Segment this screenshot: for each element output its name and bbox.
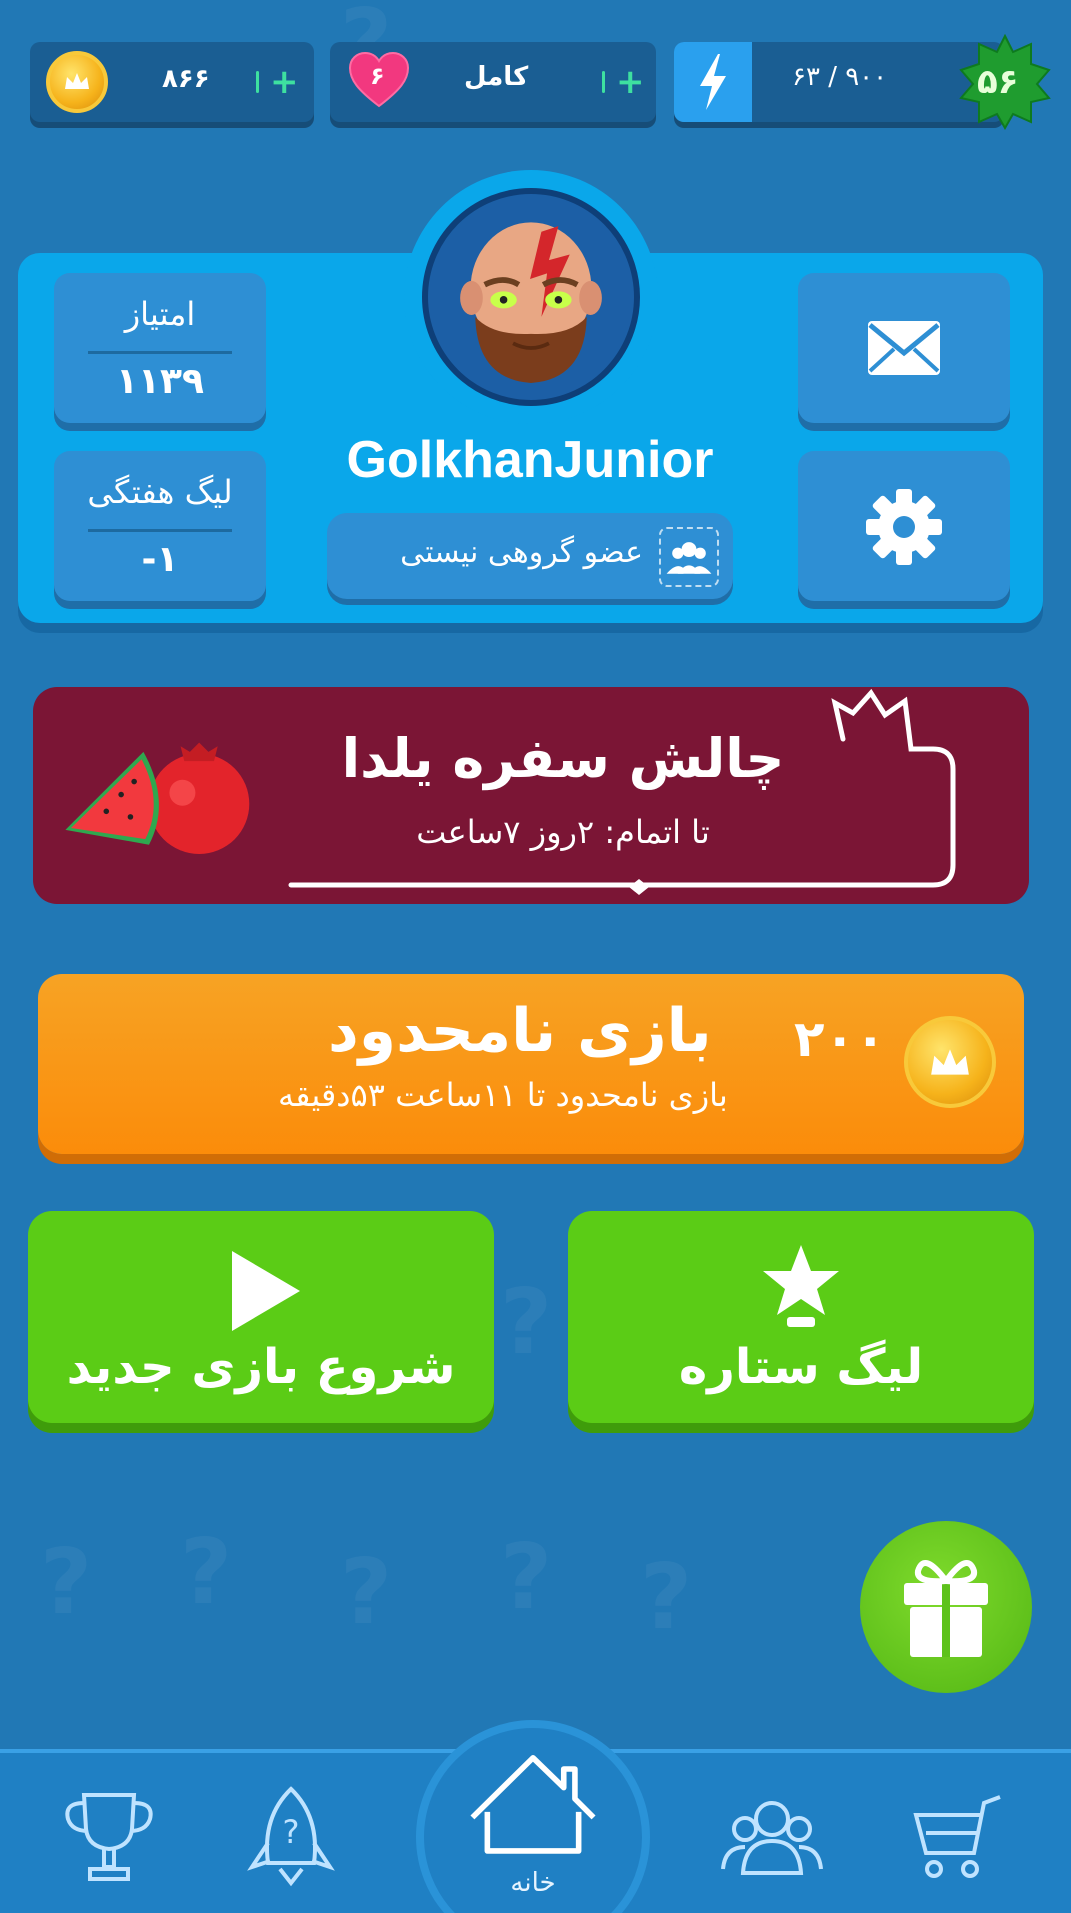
bg-question-mark: ? (340, 1540, 393, 1645)
lightning-icon (674, 42, 752, 122)
weekly-league-value: -۱ (141, 539, 179, 580)
coin-icon (46, 51, 108, 113)
unlimited-subtitle: بازی نامحدود تا ۱۱ساعت ۵۳دقیقه (278, 1076, 728, 1114)
shop-tab[interactable] (904, 1783, 1014, 1893)
bg-question-mark: ? (500, 1270, 553, 1375)
star-trophy-icon (763, 1245, 839, 1327)
lives-status: کامل (464, 62, 529, 92)
level-badge: ۵۶ (957, 33, 1053, 131)
add-lives-icon[interactable]: + (616, 65, 645, 99)
bg-question-mark: ? (640, 1545, 693, 1650)
score-box[interactable]: امتیاز ۱۱۳۹ (54, 273, 266, 423)
add-coins-icon[interactable]: + (270, 65, 299, 99)
cart-icon (913, 1795, 1001, 1878)
yalda-title: چالش سفره یلدا (341, 727, 785, 790)
new-game-label: شروع بازی جدید (66, 1339, 456, 1395)
divider (602, 71, 605, 93)
unlimited-play-button[interactable]: بازی نامحدود بازی نامحدود تا ۱۱ساعت ۵۳دق… (38, 974, 1024, 1154)
coins-pill[interactable]: ۸۶۶ + (30, 42, 314, 122)
gift-button[interactable] (860, 1521, 1032, 1693)
bg-question-mark: ? (500, 1525, 553, 1630)
bg-question-mark: ? (180, 1520, 233, 1625)
settings-button[interactable] (798, 451, 1010, 601)
unlimited-title: بازی نامحدود (328, 996, 712, 1066)
group-people-icon (659, 527, 719, 587)
bearded-warrior-avatar-icon (460, 222, 602, 383)
envelope-icon (868, 321, 940, 375)
bg-question-mark: ? (40, 1530, 93, 1635)
trophy-icon (65, 1793, 153, 1881)
group-status-button[interactable]: عضو گروهی نیستی (327, 513, 733, 599)
lives-pill[interactable]: ۶ کامل + (330, 42, 656, 122)
coin-icon (904, 1016, 996, 1108)
divider (88, 529, 232, 532)
messages-button[interactable] (798, 273, 1010, 423)
lives-count: ۶ (370, 62, 385, 90)
weekly-league-label: لیگ هفتگی (87, 473, 233, 511)
question-rocket-tab[interactable]: ? (236, 1783, 346, 1893)
svg-text:?: ? (283, 1813, 300, 1851)
leaderboard-tab[interactable] (54, 1783, 164, 1893)
yalda-countdown: تا اتمام: ۲روز ۷ساعت (416, 813, 710, 851)
username: GolkhanJunior (346, 431, 714, 489)
avatar-ring[interactable] (404, 170, 658, 424)
energy-value: ۶۳ / ۹۰۰ (792, 62, 888, 92)
divider (256, 71, 259, 93)
avatar[interactable] (422, 188, 640, 406)
group-status-text: عضو گروهی نیستی (400, 535, 643, 570)
gear-icon (866, 489, 942, 565)
gift-icon (904, 1560, 988, 1657)
score-value: ۱۱۳۹ (116, 361, 204, 402)
divider (88, 351, 232, 354)
home-label: خانه (510, 1868, 556, 1898)
yalda-challenge-banner[interactable]: چالش سفره یلدا تا اتمام: ۲روز ۷ساعت (33, 687, 1029, 904)
score-label: امتیاز (124, 295, 196, 333)
new-game-button[interactable]: شروع بازی جدید (28, 1211, 494, 1423)
star-league-label: لیگ ستاره (678, 1339, 924, 1395)
unlimited-cost: ۲۰۰ (794, 1010, 886, 1068)
top-resource-bar: ۸۶۶ + ۶ کامل + ۶۳ / ۹۰۰ ۵۶ (30, 33, 1051, 131)
level-number: ۵۶ (977, 62, 1019, 102)
friends-tab[interactable] (712, 1783, 823, 1893)
energy-pill[interactable]: ۶۳ / ۹۰۰ (674, 42, 1004, 122)
weekly-league-box[interactable]: لیگ هفتگی -۱ (54, 451, 266, 601)
star-league-button[interactable]: لیگ ستاره (568, 1211, 1034, 1423)
rocket-question-icon: ? (247, 1786, 335, 1887)
play-icon (232, 1251, 300, 1331)
pomegranate-watermelon-icon (65, 742, 250, 854)
coins-count: ۸۶۶ (162, 64, 210, 94)
friends-icon (721, 1801, 823, 1875)
